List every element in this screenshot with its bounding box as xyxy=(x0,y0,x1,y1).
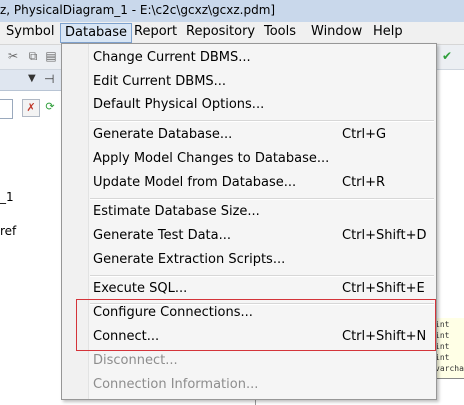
menu-window[interactable]: Window xyxy=(311,22,362,42)
window-title: z, PhysicalDiagram_1 - E:\c2c\gcxz\gcxz.… xyxy=(0,3,276,17)
menu-repository[interactable]: Repository xyxy=(186,22,255,42)
check-icon[interactable]: ✔ xyxy=(440,49,454,63)
browser-search-input[interactable] xyxy=(0,99,13,119)
column-type: int xyxy=(435,342,450,351)
tree-item[interactable]: _1 xyxy=(0,190,14,204)
column-type: int xyxy=(435,331,450,340)
column-type: int xyxy=(435,320,450,329)
menu-item-shortcut: Ctrl+R xyxy=(342,175,386,190)
tree-item[interactable]: ref xyxy=(0,224,16,238)
menu-help[interactable]: Help xyxy=(373,22,403,42)
dropdown-arrow-icon[interactable]: ▼ xyxy=(28,73,36,84)
column-type: int xyxy=(435,353,450,362)
menu-item-default-physical-options[interactable]: Default Physical Options... xyxy=(62,94,436,116)
menu-item-apply-model-changes[interactable]: Apply Model Changes to Database... xyxy=(62,148,436,170)
menu-item-label: Edit Current DBMS... xyxy=(93,74,227,89)
menu-item-shortcut: Ctrl+G xyxy=(342,127,387,142)
cut-icon[interactable]: ✂ xyxy=(6,49,20,63)
title-bar: z, PhysicalDiagram_1 - E:\c2c\gcxz\gcxz.… xyxy=(0,0,464,23)
menu-item-shortcut: Ctrl+Shift+D xyxy=(342,228,427,243)
browser-panel-header: ▼ ⊣ xyxy=(0,70,62,91)
menu-item-connection-information: Connection Information... xyxy=(62,374,436,396)
menu-item-disconnect: Disconnect... xyxy=(62,350,436,372)
menu-item-label: Generate Extraction Scripts... xyxy=(93,252,286,267)
menu-item-label: Change Current DBMS... xyxy=(93,50,251,65)
menu-tools[interactable]: Tools xyxy=(264,22,296,42)
menu-item-label: Connection Information... xyxy=(93,377,259,392)
column-type: varchar xyxy=(435,364,464,373)
clear-filter-icon[interactable]: ✗ xyxy=(22,99,40,117)
menu-bar: Symbol Database Report Repository Tools … xyxy=(0,22,464,45)
menu-item-shortcut: Ctrl+Shift+E xyxy=(342,281,425,296)
menu-item-estimate-size[interactable]: Estimate Database Size... xyxy=(62,201,436,223)
menu-separator xyxy=(90,275,434,277)
menu-item-label: Generate Database... xyxy=(93,127,233,142)
menu-item-generate-database[interactable]: Generate Database... Ctrl+G xyxy=(62,124,436,146)
browser-toolbar: ✗ ⟳ xyxy=(0,94,62,124)
menu-item-label: Execute SQL... xyxy=(93,281,188,296)
refresh-icon[interactable]: ⟳ xyxy=(42,99,58,115)
menu-symbol[interactable]: Symbol xyxy=(6,22,54,42)
menu-item-generate-extraction-scripts[interactable]: Generate Extraction Scripts... xyxy=(62,249,436,271)
menu-report[interactable]: Report xyxy=(134,22,177,42)
menu-item-edit-dbms[interactable]: Edit Current DBMS... xyxy=(62,71,436,93)
menu-separator xyxy=(90,198,434,200)
menu-item-update-model[interactable]: Update Model from Database... Ctrl+R xyxy=(62,172,436,194)
menu-item-label: Apply Model Changes to Database... xyxy=(93,151,330,166)
menu-item-label: Update Model from Database... xyxy=(93,175,297,190)
menu-separator xyxy=(90,120,434,122)
copy-icon[interactable]: ⧉ xyxy=(26,49,40,63)
menu-database[interactable]: Database xyxy=(60,23,133,43)
menu-item-change-dbms[interactable]: Change Current DBMS... xyxy=(62,47,436,69)
menu-item-execute-sql[interactable]: Execute SQL... Ctrl+Shift+E xyxy=(62,278,436,300)
menu-item-generate-test-data[interactable]: Generate Test Data... Ctrl+Shift+D xyxy=(62,225,436,247)
menu-item-label: Generate Test Data... xyxy=(93,228,232,243)
highlight-annotation-box xyxy=(76,299,436,351)
pin-icon[interactable]: ⊣ xyxy=(44,72,54,86)
menu-item-label: Estimate Database Size... xyxy=(93,204,260,219)
menu-item-label: Disconnect... xyxy=(93,353,178,368)
paste-icon[interactable]: ▤ xyxy=(44,49,58,63)
menu-item-label: Default Physical Options... xyxy=(93,97,265,112)
